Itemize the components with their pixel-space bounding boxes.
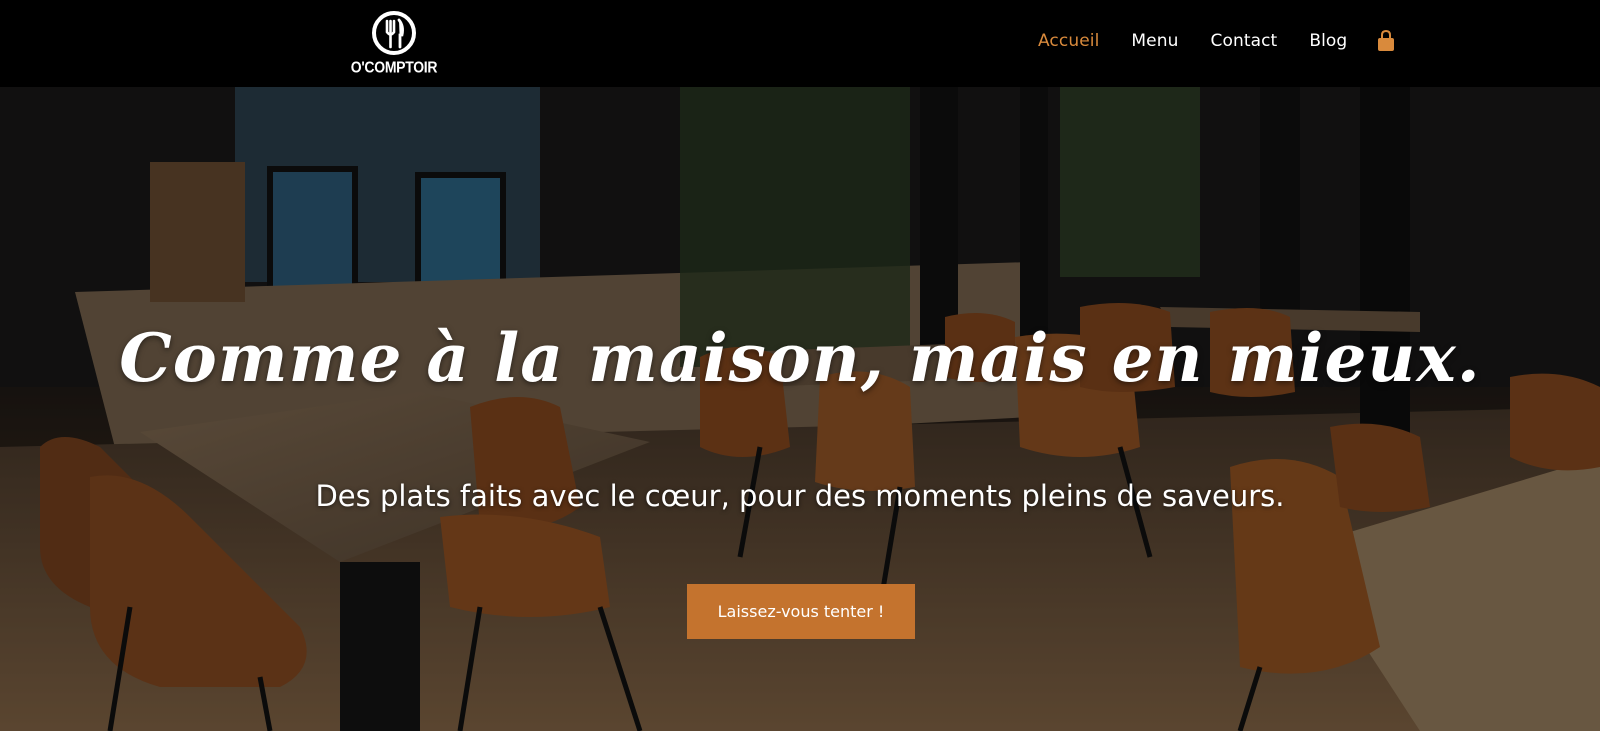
nav-item-contact[interactable]: Contact <box>1210 31 1277 51</box>
hero-section: Comme à la maison, mais en mieux. Des pl… <box>0 87 1600 731</box>
nav-item-accueil[interactable]: Accueil <box>1038 31 1099 51</box>
fork-knife-logo-icon <box>372 11 416 55</box>
shopping-bag-icon[interactable] <box>1377 29 1395 52</box>
nav-item-menu[interactable]: Menu <box>1131 31 1178 51</box>
hero-title: Comme à la maison, mais en mieux. <box>119 319 1481 397</box>
cta-button[interactable]: Laissez-vous tenter ! <box>687 584 915 639</box>
logo[interactable]: O'COMPTOIR <box>350 10 438 80</box>
site-header: O'COMPTOIR Accueil Menu Contact Blog <box>0 0 1600 87</box>
nav-item-blog[interactable]: Blog <box>1309 31 1347 51</box>
logo-text: O'COMPTOIR <box>350 57 438 77</box>
main-nav: Accueil Menu Contact Blog <box>1038 29 1395 53</box>
hero-subtitle: Des plats faits avec le cœur, pour des m… <box>315 479 1285 513</box>
